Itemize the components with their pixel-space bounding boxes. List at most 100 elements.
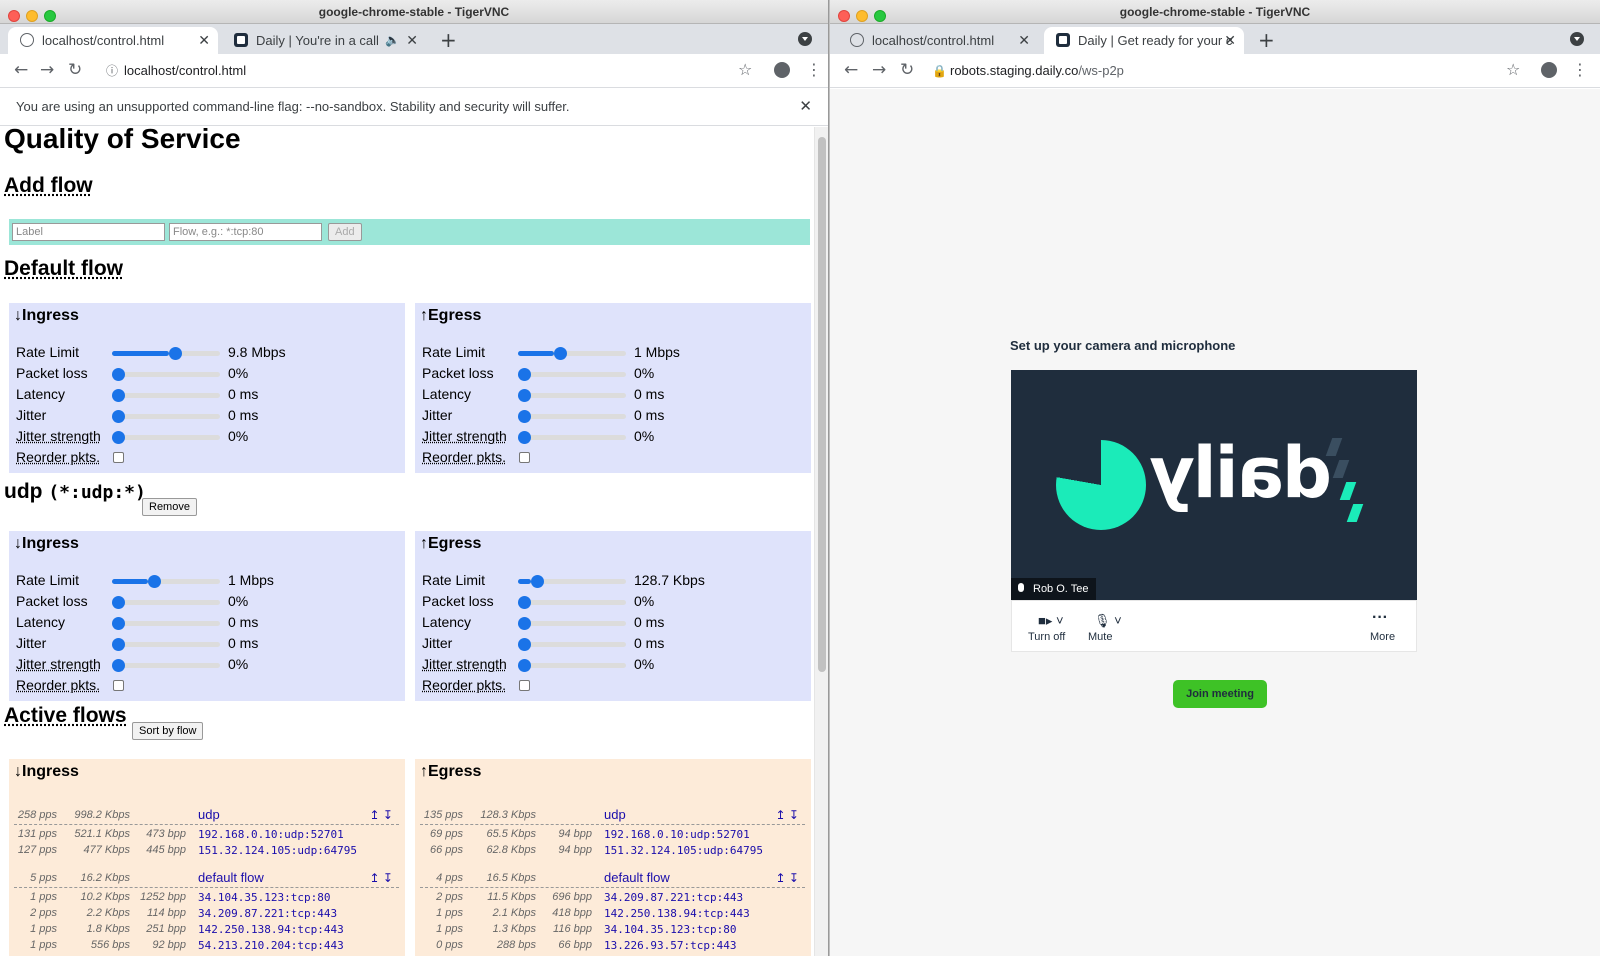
slider-handle[interactable] <box>518 617 531 630</box>
flow-address-link[interactable]: 142.250.138.94:tcp:443 <box>198 923 344 936</box>
slider-handle[interactable] <box>112 638 125 651</box>
flow-address-link[interactable]: 192.168.0.10:udp:52701 <box>198 828 344 841</box>
tab-control[interactable]: localhost/control.html ✕ <box>838 27 1038 54</box>
menu-kebab-icon[interactable]: ⋮ <box>806 60 822 79</box>
address-bar[interactable]: 🔒 robots.staging.daily.co/ws-p2p <box>932 59 1124 83</box>
more-label[interactable]: More <box>1370 631 1395 643</box>
bookmark-star-icon[interactable]: ☆ <box>1506 60 1520 79</box>
sort-arrows-icon[interactable]: ↥ ↧ <box>370 871 393 885</box>
reorder-checkbox[interactable] <box>519 452 530 463</box>
flow-address-link[interactable]: 34.104.35.123:tcp:80 <box>198 891 330 904</box>
slider[interactable] <box>112 617 220 630</box>
back-icon[interactable]: ← <box>844 60 858 80</box>
camera-icon[interactable]: ■▸ ˅ <box>1038 613 1064 629</box>
tab-close-icon[interactable]: ✕ <box>406 27 418 54</box>
add-button[interactable]: Add <box>328 223 362 241</box>
reload-icon[interactable]: ↻ <box>900 60 914 80</box>
flow-address-link[interactable]: 151.32.124.105:udp:64795 <box>198 844 357 857</box>
microphone-icon[interactable]: 🎙 ˅ <box>1094 613 1122 629</box>
tab-search-icon[interactable] <box>798 32 812 46</box>
reorder-checkbox[interactable] <box>519 680 530 691</box>
remove-button[interactable]: Remove <box>142 498 197 516</box>
slider[interactable] <box>112 347 220 360</box>
slider[interactable] <box>112 596 220 609</box>
slider-handle[interactable] <box>112 368 125 381</box>
group-name-link[interactable]: default flow <box>198 870 264 885</box>
slider-handle[interactable] <box>169 347 183 360</box>
slider[interactable] <box>518 368 626 381</box>
sort-arrows-icon[interactable]: ↥ ↧ <box>776 871 799 885</box>
slider[interactable] <box>112 638 220 651</box>
slider[interactable] <box>518 596 626 609</box>
reload-icon[interactable]: ↻ <box>68 60 82 80</box>
flow-address-link[interactable]: 34.104.35.123:tcp:80 <box>604 923 736 936</box>
slider-handle[interactable] <box>518 431 531 444</box>
slider-handle[interactable] <box>518 638 531 651</box>
slider[interactable] <box>112 410 220 423</box>
minimize-window-button[interactable] <box>856 10 868 22</box>
group-name-link[interactable]: udp <box>604 807 626 822</box>
address-bar[interactable]: ⓘ localhost/control.html <box>106 59 246 83</box>
slider[interactable] <box>518 389 626 402</box>
tab-daily-get-ready[interactable]: Daily | Get ready for your c ✕ <box>1044 27 1244 54</box>
slider-handle[interactable] <box>147 575 161 588</box>
flow-address-link[interactable]: 142.250.138.94:tcp:443 <box>604 907 750 920</box>
tab-daily-call[interactable]: Daily | You're in a call 🔈 ✕ <box>222 27 426 54</box>
bookmark-star-icon[interactable]: ☆ <box>738 60 752 79</box>
slider-handle[interactable] <box>112 431 125 444</box>
mute-label[interactable]: Mute <box>1088 631 1112 643</box>
slider-handle[interactable] <box>112 389 125 402</box>
tab-close-icon[interactable]: ✕ <box>1018 27 1030 54</box>
slider-handle[interactable] <box>518 659 531 672</box>
slider[interactable] <box>518 638 626 651</box>
slider[interactable] <box>518 617 626 630</box>
new-tab-button[interactable]: + <box>1258 27 1275 53</box>
label-input[interactable]: Label <box>12 223 165 241</box>
slider[interactable] <box>112 368 220 381</box>
tab-control[interactable]: localhost/control.html ✕ <box>8 27 218 54</box>
slider[interactable] <box>112 659 220 672</box>
flow-address-link[interactable]: 13.226.93.57:tcp:443 <box>604 939 736 952</box>
sort-by-flow-button[interactable]: Sort by flow <box>132 722 204 740</box>
reorder-checkbox[interactable] <box>113 452 124 463</box>
slider[interactable] <box>112 575 220 588</box>
slider-handle[interactable] <box>518 410 531 423</box>
back-icon[interactable]: ← <box>14 60 28 80</box>
slider-handle[interactable] <box>518 368 531 381</box>
reorder-checkbox[interactable] <box>113 680 124 691</box>
turn-off-camera-label[interactable]: Turn off <box>1028 631 1065 643</box>
more-dots-icon[interactable]: ··· <box>1372 609 1388 627</box>
sort-arrows-icon[interactable]: ↥ ↧ <box>776 808 799 822</box>
page-scrollbar[interactable] <box>814 127 828 956</box>
tab-search-icon[interactable] <box>1570 32 1584 46</box>
flow-input[interactable]: Flow, e.g.: *:tcp:80 <box>169 223 322 241</box>
flow-address-link[interactable]: 151.32.124.105:udp:64795 <box>604 844 763 857</box>
audio-playing-icon[interactable]: 🔈 <box>385 27 400 54</box>
slider-handle[interactable] <box>112 617 125 630</box>
scrollbar-thumb[interactable] <box>818 137 826 672</box>
slider[interactable] <box>518 431 626 444</box>
group-name-link[interactable]: udp <box>198 807 220 822</box>
sort-arrows-icon[interactable]: ↥ ↧ <box>370 808 393 822</box>
slider[interactable] <box>112 431 220 444</box>
flow-address-link[interactable]: 34.209.87.221:tcp:443 <box>604 891 743 904</box>
tab-close-icon[interactable]: ✕ <box>198 27 210 54</box>
close-window-button[interactable] <box>838 10 850 22</box>
close-window-button[interactable] <box>8 10 20 22</box>
flow-address-link[interactable]: 54.213.210.204:tcp:443 <box>198 939 344 952</box>
slider[interactable] <box>518 659 626 672</box>
join-meeting-button[interactable]: Join meeting <box>1173 680 1267 708</box>
slider[interactable] <box>518 575 626 588</box>
slider-handle[interactable] <box>530 575 544 588</box>
slider-handle[interactable] <box>518 389 531 402</box>
flow-address-link[interactable]: 34.209.87.221:tcp:443 <box>198 907 337 920</box>
forward-icon[interactable]: → <box>872 60 886 80</box>
infobar-close-icon[interactable]: ✕ <box>799 88 812 126</box>
slider[interactable] <box>518 410 626 423</box>
tab-close-icon[interactable]: ✕ <box>1224 27 1236 54</box>
group-name-link[interactable]: default flow <box>604 870 670 885</box>
menu-kebab-icon[interactable]: ⋮ <box>1572 60 1588 79</box>
zoom-window-button[interactable] <box>44 10 56 22</box>
profile-avatar-icon[interactable] <box>1541 62 1557 78</box>
slider-handle[interactable] <box>518 596 531 609</box>
